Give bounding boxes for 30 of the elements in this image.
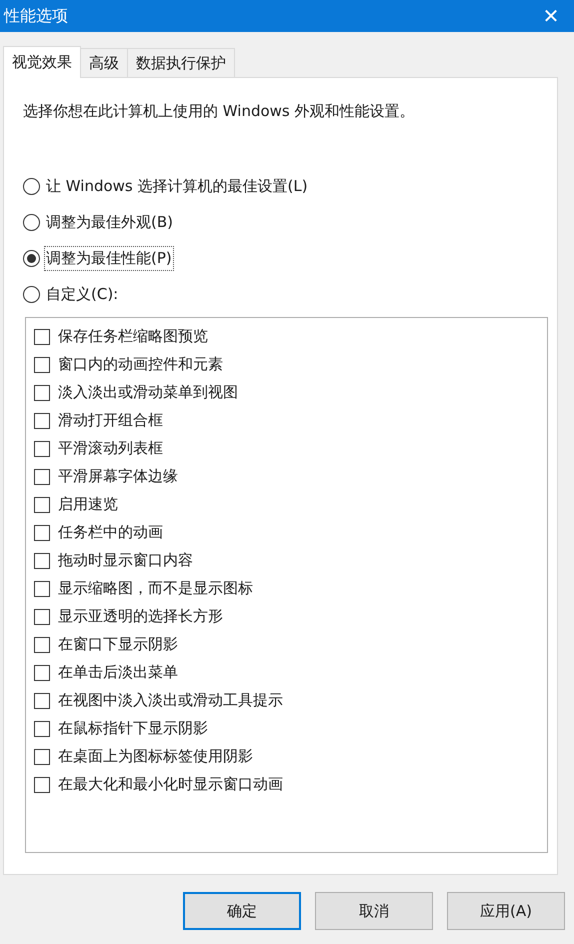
effect-checkbox[interactable]: 在鼠标指针下显示阴影 (34, 714, 547, 742)
dialog-button[interactable]: 取消 (315, 892, 433, 930)
effect-checkbox[interactable]: 拖动时显示窗口内容 (34, 546, 547, 574)
radio-option[interactable]: 让 Windows 选择计算机的最佳设置(L) (23, 174, 538, 198)
tab[interactable]: 高级 (81, 48, 128, 77)
radio-option[interactable]: 调整为最佳性能(P) (23, 246, 538, 270)
close-button[interactable]: ✕ (528, 0, 574, 32)
effect-checkbox[interactable]: 显示亚透明的选择长方形 (34, 602, 547, 630)
effect-checkbox[interactable]: 显示缩略图，而不是显示图标 (34, 574, 547, 602)
radio-option[interactable]: 调整为最佳外观(B) (23, 210, 538, 234)
effect-checkbox[interactable]: 保存任务栏缩略图预览 (34, 322, 547, 350)
tab[interactable]: 视觉效果 (3, 46, 81, 78)
effect-checkbox[interactable]: 在窗口下显示阴影 (34, 630, 547, 658)
intro-text: 选择你想在此计算机上使用的 Windows 外观和性能设置。 (23, 101, 416, 122)
effect-checkbox[interactable]: 平滑滚动列表框 (34, 434, 547, 462)
effect-checkbox[interactable]: 任务栏中的动画 (34, 518, 547, 546)
dialog-button[interactable]: 应用(A) (447, 892, 565, 930)
radio-option[interactable]: 自定义(C): (23, 282, 538, 306)
window-title: 性能选项 (4, 5, 68, 27)
effect-checkbox[interactable]: 淡入淡出或滑动菜单到视图 (34, 378, 547, 406)
effect-checkbox[interactable]: 在视图中淡入淡出或滑动工具提示 (34, 686, 547, 714)
effect-checkbox[interactable]: 在单击后淡出菜单 (34, 658, 547, 686)
effect-checkbox[interactable]: 窗口内的动画控件和元素 (34, 350, 547, 378)
effect-checkbox[interactable]: 滑动打开组合框 (34, 406, 547, 434)
effect-checkbox[interactable]: 平滑屏幕字体边缘 (34, 462, 547, 490)
dialog-button[interactable]: 确定 (183, 892, 301, 930)
tab[interactable]: 数据执行保护 (128, 48, 235, 77)
effect-checkbox[interactable]: 在最大化和最小化时显示窗口动画 (34, 770, 547, 798)
effect-checkbox[interactable]: 在桌面上为图标标签使用阴影 (34, 742, 547, 770)
effect-checkbox[interactable]: 启用速览 (34, 490, 547, 518)
